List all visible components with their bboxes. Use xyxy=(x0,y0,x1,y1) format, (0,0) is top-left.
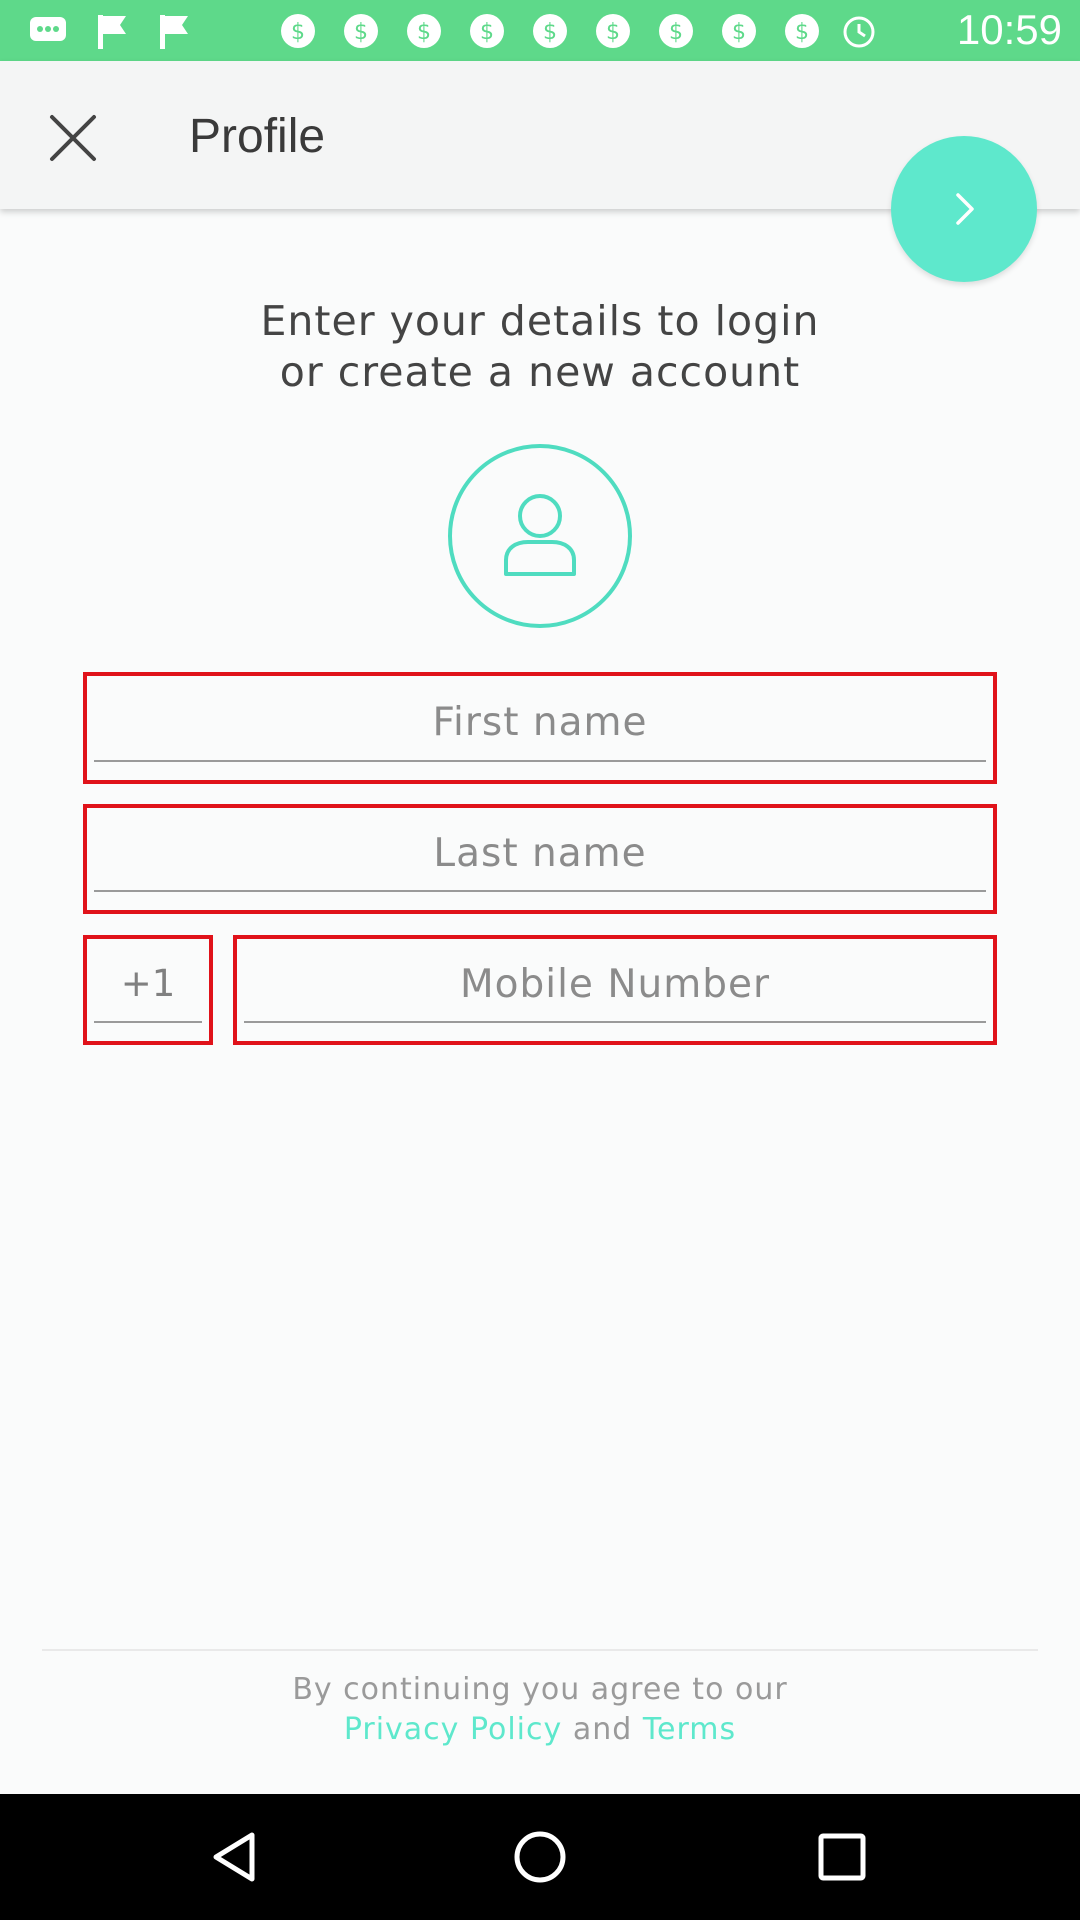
svg-text:$: $ xyxy=(795,20,809,45)
intro-line-2: or create a new account xyxy=(279,348,801,396)
legal-notice: By continuing you agree to our Privacy P… xyxy=(0,1670,1080,1750)
dollar-circle-icon: $ xyxy=(278,11,318,51)
country-code-selector[interactable]: +1 xyxy=(94,947,202,1023)
terms-link[interactable]: Terms xyxy=(643,1712,736,1747)
chevron-right-icon xyxy=(956,193,974,225)
intro-text: Enter your details to login or create a … xyxy=(0,296,1080,398)
mobile-number-field[interactable] xyxy=(244,947,986,1023)
dollar-circle-icon: $ xyxy=(593,11,633,51)
svg-text:$: $ xyxy=(543,20,557,45)
svg-text:$: $ xyxy=(417,20,431,45)
dollar-circle-icon: $ xyxy=(782,11,822,51)
first-name-field-box xyxy=(83,672,997,784)
svg-text:$: $ xyxy=(354,20,368,45)
user-icon xyxy=(504,494,576,576)
dollar-circle-icon: $ xyxy=(656,11,696,51)
svg-text:$: $ xyxy=(291,20,305,45)
dollar-circle-icon: $ xyxy=(404,11,444,51)
svg-text:$: $ xyxy=(480,20,494,45)
svg-text:$: $ xyxy=(732,20,746,45)
mobile-number-field-box xyxy=(233,935,997,1045)
svg-text:$: $ xyxy=(669,20,683,45)
page-title: Profile xyxy=(189,110,326,163)
navigation-bar xyxy=(0,1794,1080,1920)
country-code-field-box: +1 xyxy=(83,935,213,1045)
dollar-circle-icon: $ xyxy=(467,11,507,51)
close-icon xyxy=(50,115,96,161)
home-button[interactable] xyxy=(504,1821,576,1893)
last-name-field[interactable] xyxy=(94,816,986,892)
legal-and: and xyxy=(572,1712,633,1747)
flag-icon xyxy=(154,11,194,51)
privacy-policy-link[interactable]: Privacy Policy xyxy=(344,1712,562,1747)
svg-text:$: $ xyxy=(606,20,620,45)
status-time: 10:59 xyxy=(956,6,1062,53)
back-icon xyxy=(213,1832,255,1882)
recents-button[interactable] xyxy=(806,1821,878,1893)
recents-icon xyxy=(818,1833,866,1881)
last-name-field-box xyxy=(83,804,997,914)
chat-bubble-icon xyxy=(28,11,68,51)
flag-icon xyxy=(92,11,132,51)
legal-links: Privacy Policy and Terms xyxy=(0,1710,1080,1750)
dollar-circle-icon: $ xyxy=(530,11,570,51)
back-button[interactable] xyxy=(200,1821,272,1893)
avatar[interactable] xyxy=(448,444,632,628)
status-bar: $ $ $ $ $ $ $ $ $ 10:59 xyxy=(0,0,1080,61)
legal-text: By continuing you agree to our xyxy=(292,1672,788,1707)
dollar-circle-icon: $ xyxy=(341,11,381,51)
dollar-circle-icon: $ xyxy=(719,11,759,51)
clock-icon xyxy=(842,15,876,49)
close-button[interactable] xyxy=(36,101,110,175)
footer-divider xyxy=(42,1649,1038,1651)
intro-line-1: Enter your details to login xyxy=(260,297,820,345)
first-name-field[interactable] xyxy=(94,684,986,762)
home-icon xyxy=(514,1831,566,1883)
next-button[interactable] xyxy=(891,136,1037,282)
